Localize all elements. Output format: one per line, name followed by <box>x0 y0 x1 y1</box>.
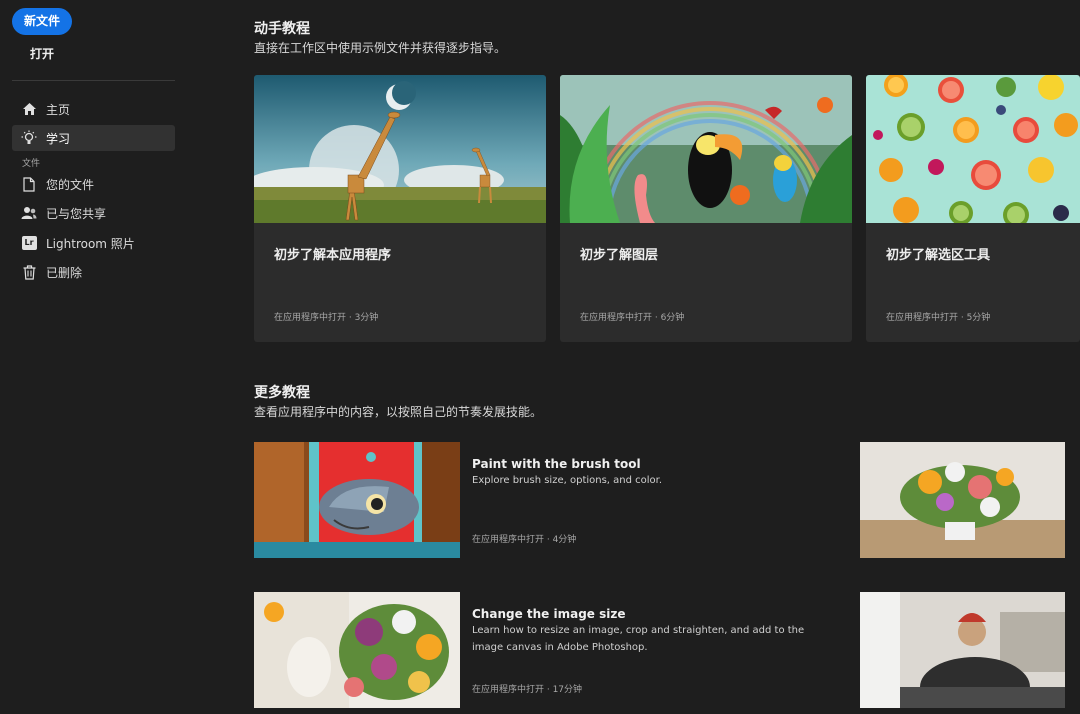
section-label-files: 文件 <box>22 159 41 169</box>
toucan-thumbnail <box>560 75 852 223</box>
row-title[interactable]: Paint with the brush tool <box>472 457 641 471</box>
lightroom-badge: Lr <box>21 236 37 250</box>
designer-workspace-thumbnail[interactable] <box>860 592 1065 708</box>
sidebar-item-label: 已删除 <box>46 265 83 280</box>
flower-arrangement-thumbnail[interactable] <box>860 442 1065 558</box>
people-icon <box>20 204 38 222</box>
open-button[interactable]: 打开 <box>12 42 72 66</box>
sidebar-item-label: Lightroom 照片 <box>46 236 135 251</box>
sidebar-divider <box>12 80 175 81</box>
sidebar-item-your-files[interactable]: 您的文件 <box>12 171 175 197</box>
more-tutorials-title: 更多教程 <box>254 385 310 401</box>
new-file-button[interactable]: 新文件 <box>12 8 72 35</box>
fruit-thumbnail <box>866 75 1080 223</box>
row-desc: Learn how to resize an image, crop and s… <box>472 625 805 653</box>
brush-tool-thumbnail[interactable] <box>254 442 460 558</box>
row-desc: Explore brush size, options, and color. <box>472 475 663 486</box>
hands-on-subtitle: 直接在工作区中使用示例文件并获得逐步指导。 <box>254 41 507 55</box>
card-meta: 在应用程序中打开 · 6分钟 <box>580 313 685 323</box>
sidebar-item-home[interactable]: 主页 <box>12 96 175 122</box>
giraffe-thumbnail <box>254 75 546 223</box>
tutorial-card[interactable]: 初步了解选区工具 在应用程序中打开 · 5分钟 <box>866 75 1080 342</box>
tutorial-card[interactable]: 初步了解本应用程序 在应用程序中打开 · 3分钟 <box>254 75 546 342</box>
sidebar-item-label: 已与您共享 <box>46 206 107 221</box>
sidebar-item-label: 您的文件 <box>46 177 95 192</box>
sidebar: 新文件 打开 主页 学习 文件 您的文件 已与您共享 Lr Lightroom … <box>0 0 188 714</box>
row-meta: 在应用程序中打开 · 4分钟 <box>472 535 577 545</box>
sidebar-item-lightroom[interactable]: Lr Lightroom 照片 <box>12 230 175 256</box>
sidebar-item-label: 学习 <box>46 131 71 146</box>
home-icon <box>20 100 38 118</box>
card-meta: 在应用程序中打开 · 5分钟 <box>886 313 991 323</box>
trash-icon <box>20 263 38 281</box>
lightbulb-icon <box>20 129 38 147</box>
card-meta: 在应用程序中打开 · 3分钟 <box>274 313 379 323</box>
sidebar-item-label: 主页 <box>46 102 71 117</box>
more-tutorials-subtitle: 查看应用程序中的内容，以按照自己的节奏发展技能。 <box>254 405 543 419</box>
row-meta: 在应用程序中打开 · 17分钟 <box>472 685 583 695</box>
card-title: 初步了解本应用程序 <box>274 248 392 263</box>
image-size-thumbnail[interactable] <box>254 592 460 708</box>
sidebar-item-learn[interactable]: 学习 <box>12 125 175 151</box>
file-icon <box>20 175 38 193</box>
hands-on-title: 动手教程 <box>254 21 310 37</box>
card-title: 初步了解图层 <box>580 248 659 263</box>
tutorial-card[interactable]: 初步了解图层 在应用程序中打开 · 6分钟 <box>560 75 852 342</box>
card-title: 初步了解选区工具 <box>886 248 991 263</box>
lightroom-icon: Lr <box>20 234 38 252</box>
sidebar-item-deleted[interactable]: 已删除 <box>12 259 175 285</box>
sidebar-item-shared[interactable]: 已与您共享 <box>12 200 175 226</box>
row-title[interactable]: Change the image size <box>472 607 626 621</box>
